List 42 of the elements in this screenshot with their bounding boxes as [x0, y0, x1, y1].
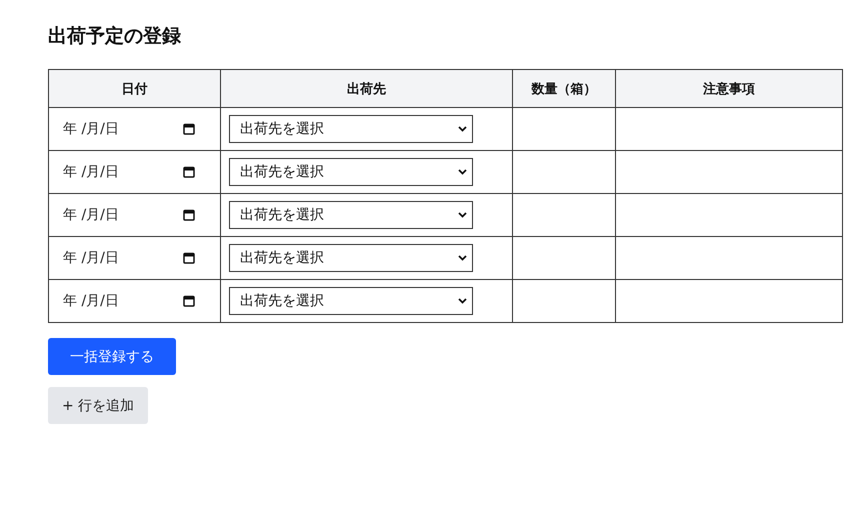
table-cell[interactable] [616, 150, 842, 194]
destination-select[interactable]: 出荷先を選択 [229, 158, 473, 186]
chevron-down-icon [458, 169, 467, 175]
column-header: 注意事項 [616, 70, 842, 108]
calendar-icon[interactable] [183, 252, 195, 264]
date-placeholder: 年 /月/日 [63, 249, 119, 267]
calendar-icon[interactable] [183, 123, 195, 135]
table-cell[interactable] [512, 280, 616, 322]
table-cell[interactable] [616, 280, 842, 322]
column-header: 出荷先 [220, 70, 512, 108]
table-cell[interactable] [616, 194, 842, 236]
select-placeholder: 出荷先を選択 [240, 249, 324, 267]
date-placeholder: 年 /月/日 [63, 292, 119, 310]
select-placeholder: 出荷先を選択 [240, 163, 324, 181]
date-placeholder: 年 /月/日 [63, 163, 119, 181]
calendar-icon[interactable] [183, 166, 195, 178]
date-placeholder: 年 /月/日 [63, 120, 119, 138]
table-cell[interactable] [616, 236, 842, 280]
page-title: 出荷予定の登録 [48, 24, 182, 49]
table-cell[interactable] [512, 108, 616, 150]
chevron-down-icon [458, 212, 467, 218]
chevron-down-icon [458, 126, 467, 132]
table-cell[interactable] [512, 150, 616, 194]
destination-select[interactable]: 出荷先を選択 [229, 115, 473, 143]
register-button[interactable]: 一括登録する [48, 338, 176, 375]
date-placeholder: 年 /月/日 [63, 206, 119, 224]
select-placeholder: 出荷先を選択 [240, 120, 324, 138]
calendar-icon[interactable] [183, 295, 195, 307]
table-cell[interactable] [512, 236, 616, 280]
add-row-button[interactable]: + 行を追加 [48, 387, 148, 424]
calendar-icon[interactable] [183, 209, 195, 221]
table-cell[interactable] [512, 194, 616, 236]
destination-select[interactable]: 出荷先を選択 [229, 244, 473, 272]
column-header: 数量（箱） [512, 70, 616, 108]
column-header: 日付 [48, 70, 220, 108]
destination-select[interactable]: 出荷先を選択 [229, 201, 473, 229]
select-placeholder: 出荷先を選択 [240, 292, 324, 310]
table-cell[interactable] [616, 108, 842, 150]
select-placeholder: 出荷先を選択 [240, 206, 324, 224]
chevron-down-icon [458, 255, 467, 261]
chevron-down-icon [458, 298, 467, 304]
destination-select[interactable]: 出荷先を選択 [229, 287, 473, 315]
